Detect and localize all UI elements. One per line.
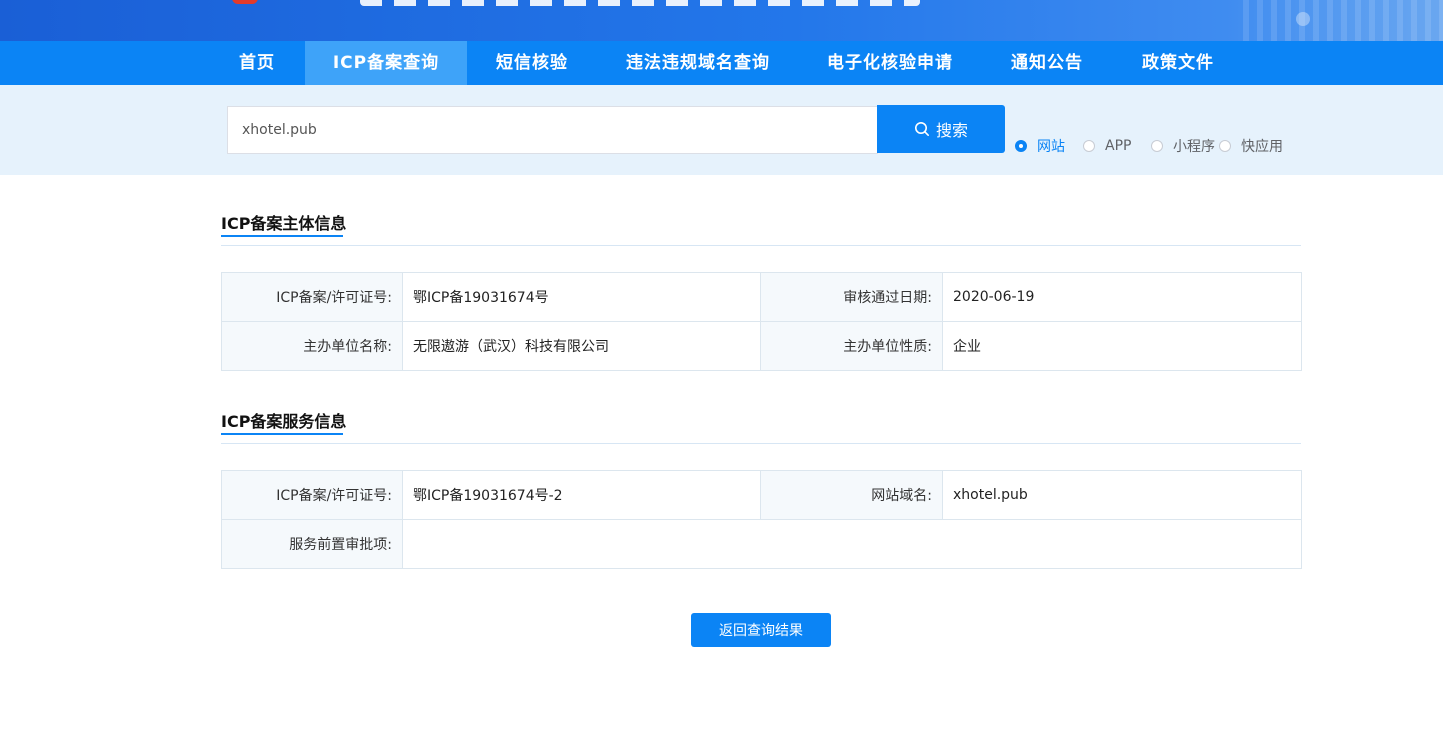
value-website-domain: xhotel.pub	[942, 470, 1302, 520]
value-approval-date: 2020-06-19	[942, 272, 1302, 322]
radio-label: 网站	[1037, 139, 1065, 155]
section-title-underline	[221, 235, 343, 237]
label-organizer-type: 主办单位性质:	[760, 321, 943, 371]
search-button[interactable]: 搜索	[877, 105, 1005, 153]
radio-label: APP	[1105, 138, 1132, 154]
nav-item-sms-verify[interactable]: 短信核验	[480, 41, 584, 85]
table-row: ICP备案/许可证号: 鄂ICP备19031674号-2 网站域名: xhote…	[221, 470, 1302, 520]
banner-decoration-dot	[1296, 12, 1310, 26]
radio-circle	[1083, 140, 1095, 152]
radio-circle	[1219, 140, 1231, 152]
radio-app[interactable]: APP	[1083, 136, 1131, 156]
radio-website[interactable]: 网站	[1015, 136, 1065, 156]
section-divider	[221, 245, 1301, 246]
radio-circle	[1015, 140, 1027, 152]
section-title-subject-info: ICP备案主体信息	[221, 214, 347, 233]
nav-item-illegal-domain-query[interactable]: 违法违规域名查询	[614, 41, 782, 85]
radio-quick-app[interactable]: 快应用	[1219, 136, 1283, 156]
emblem-logo	[232, 0, 258, 4]
label-service-license-number: ICP备案/许可证号:	[221, 470, 403, 520]
value-organizer-type: 企业	[942, 321, 1302, 371]
label-organizer-name: 主办单位名称:	[221, 321, 403, 371]
header-banner	[0, 0, 1443, 41]
banner-decoration	[1243, 0, 1443, 41]
label-pre-approval-items: 服务前置审批项:	[221, 519, 403, 569]
nav-item-icp-query[interactable]: ICP备案查询	[305, 41, 467, 85]
table-row: 主办单位名称: 无限遨游（武汉）科技有限公司 主办单位性质: 企业	[221, 321, 1302, 371]
radio-circle	[1151, 140, 1163, 152]
main-nav: 首页 ICP备案查询 短信核验 违法违规域名查询 电子化核验申请 通知公告 政策…	[0, 41, 1443, 85]
table-row: ICP备案/许可证号: 鄂ICP备19031674号 审核通过日期: 2020-…	[221, 272, 1302, 322]
search-input[interactable]	[227, 106, 878, 154]
label-website-domain: 网站域名:	[760, 470, 943, 520]
nav-item-policy-docs[interactable]: 政策文件	[1128, 41, 1228, 85]
label-approval-date: 审核通过日期:	[760, 272, 943, 322]
search-button-label: 搜索	[935, 121, 968, 140]
radio-label: 快应用	[1241, 139, 1283, 155]
nav-item-home[interactable]: 首页	[222, 41, 292, 85]
section-title-service-info: ICP备案服务信息	[221, 412, 347, 431]
subject-info-table: ICP备案/许可证号: 鄂ICP备19031674号 审核通过日期: 2020-…	[221, 272, 1302, 371]
service-info-table: ICP备案/许可证号: 鄂ICP备19031674号-2 网站域名: xhote…	[221, 470, 1302, 569]
radio-mini-program[interactable]: 小程序	[1151, 136, 1215, 156]
value-pre-approval-items	[402, 519, 1302, 569]
search-icon	[914, 122, 929, 136]
nav-item-notices[interactable]: 通知公告	[997, 41, 1097, 85]
section-divider	[221, 443, 1301, 444]
site-title-graphic	[360, 0, 920, 6]
back-to-results-button[interactable]: 返回查询结果	[691, 613, 831, 647]
table-row: 服务前置审批项:	[221, 519, 1302, 569]
nav-item-electronic-verify[interactable]: 电子化核验申请	[815, 41, 965, 85]
section-title-underline	[221, 433, 343, 435]
value-organizer-name: 无限遨游（武汉）科技有限公司	[402, 321, 761, 371]
value-service-license-number: 鄂ICP备19031674号-2	[402, 470, 761, 520]
radio-label: 小程序	[1173, 139, 1215, 155]
label-license-number: ICP备案/许可证号:	[221, 272, 403, 322]
value-license-number: 鄂ICP备19031674号	[402, 272, 761, 322]
